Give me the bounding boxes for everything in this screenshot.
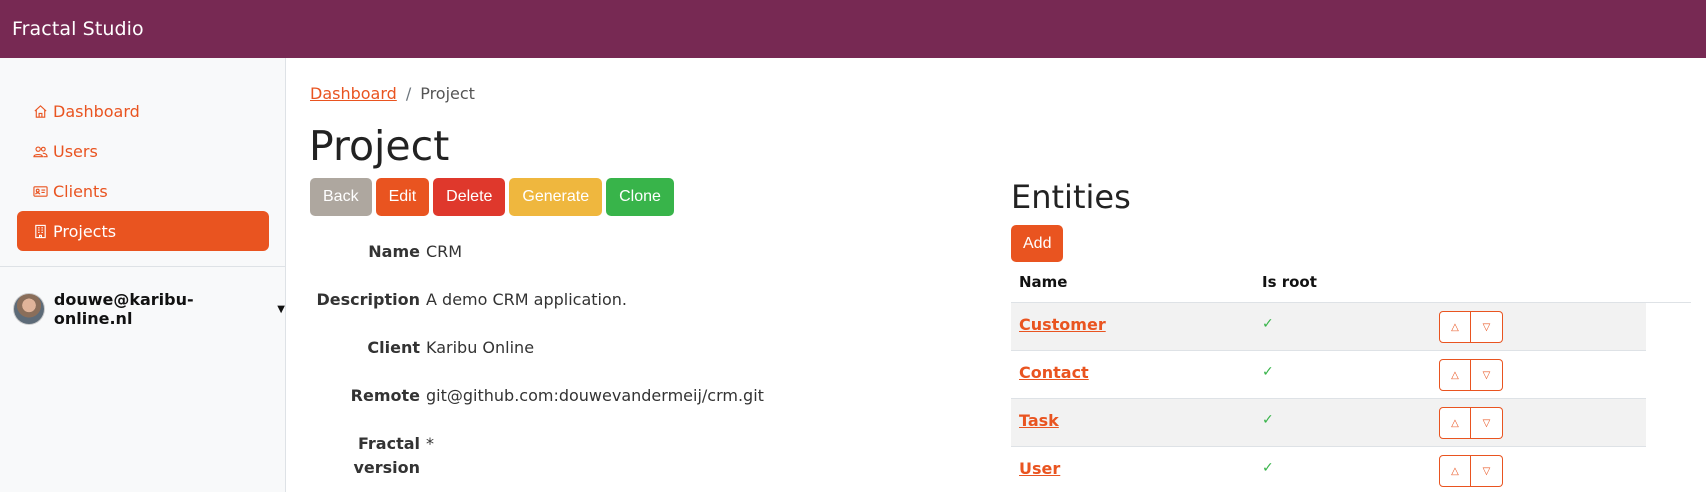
move-down-button[interactable]: ▽ xyxy=(1471,359,1503,391)
avatar xyxy=(13,293,45,325)
add-entity-button[interactable]: Add xyxy=(1011,225,1064,262)
action-buttons: Back Edit Delete Generate Clone xyxy=(310,178,674,216)
people-icon xyxy=(33,145,48,157)
check-icon: ✓ xyxy=(1262,460,1274,476)
edit-button[interactable]: Edit xyxy=(375,178,430,216)
breadcrumb-dashboard-link[interactable]: Dashboard xyxy=(310,84,397,103)
user-menu[interactable]: douwe@karibu-online.nl ▼ xyxy=(13,290,285,328)
entity-link[interactable]: User xyxy=(1019,459,1060,478)
back-button[interactable]: Back xyxy=(310,178,372,216)
reorder-buttons: △ ▽ xyxy=(1439,455,1503,487)
detail-label: version xyxy=(353,458,420,477)
entity-link[interactable]: Customer xyxy=(1019,315,1106,334)
move-up-button[interactable]: △ xyxy=(1439,455,1471,487)
person-vcard-icon xyxy=(33,185,48,197)
sidebar-item-label: Dashboard xyxy=(53,101,140,121)
detail-label: Remote xyxy=(350,386,420,405)
page-title: Project xyxy=(309,122,450,170)
sidebar: Dashboard Users Clients Projects douwe@k… xyxy=(0,58,286,492)
sidebar-item-dashboard[interactable]: Dashboard xyxy=(17,91,269,131)
detail-value: Karibu Online xyxy=(426,338,535,357)
detail-label: Name xyxy=(368,242,420,261)
check-icon: ✓ xyxy=(1262,364,1274,380)
detail-label: Description xyxy=(316,290,420,309)
move-up-button[interactable]: △ xyxy=(1439,407,1471,439)
move-down-button[interactable]: ▽ xyxy=(1471,407,1503,439)
sidebar-item-label: Projects xyxy=(53,221,117,241)
entities-title: Entities xyxy=(1011,178,1131,216)
house-icon xyxy=(34,104,47,118)
entity-link[interactable]: Contact xyxy=(1019,363,1089,382)
breadcrumb: Dashboard / Project xyxy=(310,84,475,103)
move-up-button[interactable]: △ xyxy=(1439,311,1471,343)
move-down-button[interactable]: ▽ xyxy=(1471,455,1503,487)
top-navbar: Fractal Studio xyxy=(0,0,1706,58)
table-row: User ✓ △ ▽ xyxy=(1011,447,1646,492)
reorder-buttons: △ ▽ xyxy=(1439,407,1503,439)
user-email: douwe@karibu-online.nl xyxy=(53,290,194,328)
column-header-name: Name xyxy=(1019,273,1068,291)
column-header-is-root: Is root xyxy=(1262,273,1317,291)
check-icon: ✓ xyxy=(1262,316,1274,332)
detail-value: * xyxy=(426,434,434,453)
table-row: Contact ✓ △ ▽ xyxy=(1011,351,1646,399)
check-icon: ✓ xyxy=(1262,412,1274,428)
generate-button[interactable]: Generate xyxy=(509,178,603,216)
entity-link[interactable]: Task xyxy=(1019,411,1059,430)
detail-value: CRM xyxy=(426,242,463,261)
detail-label: Fractal xyxy=(357,434,420,453)
sidebar-item-projects[interactable]: Projects xyxy=(17,211,269,251)
sidebar-item-label: Users xyxy=(53,141,98,161)
sidebar-item-label: Clients xyxy=(53,181,108,201)
sidebar-item-users[interactable]: Users xyxy=(17,131,269,171)
breadcrumb-separator: / xyxy=(405,84,412,103)
reorder-buttons: △ ▽ xyxy=(1439,311,1503,343)
move-up-button[interactable]: △ xyxy=(1439,359,1471,391)
sidebar-item-clients[interactable]: Clients xyxy=(17,171,269,211)
detail-value: git@github.com:douwevandermeij/crm.git xyxy=(426,386,764,405)
delete-button[interactable]: Delete xyxy=(433,178,506,216)
detail-label: Client xyxy=(367,338,420,357)
clone-button[interactable]: Clone xyxy=(606,178,674,216)
reorder-buttons: △ ▽ xyxy=(1439,359,1503,391)
app-brand[interactable]: Fractal Studio xyxy=(12,18,144,40)
table-row: Customer ✓ △ ▽ xyxy=(1011,303,1646,351)
table-row: Task ✓ △ ▽ xyxy=(1011,399,1646,447)
breadcrumb-current: Project xyxy=(420,84,475,103)
building-icon xyxy=(35,224,46,238)
sidebar-divider xyxy=(0,266,285,267)
move-down-button[interactable]: ▽ xyxy=(1471,311,1503,343)
detail-value: A demo CRM application. xyxy=(426,290,628,309)
sidebar-nav: Dashboard Users Clients Projects xyxy=(17,91,269,251)
